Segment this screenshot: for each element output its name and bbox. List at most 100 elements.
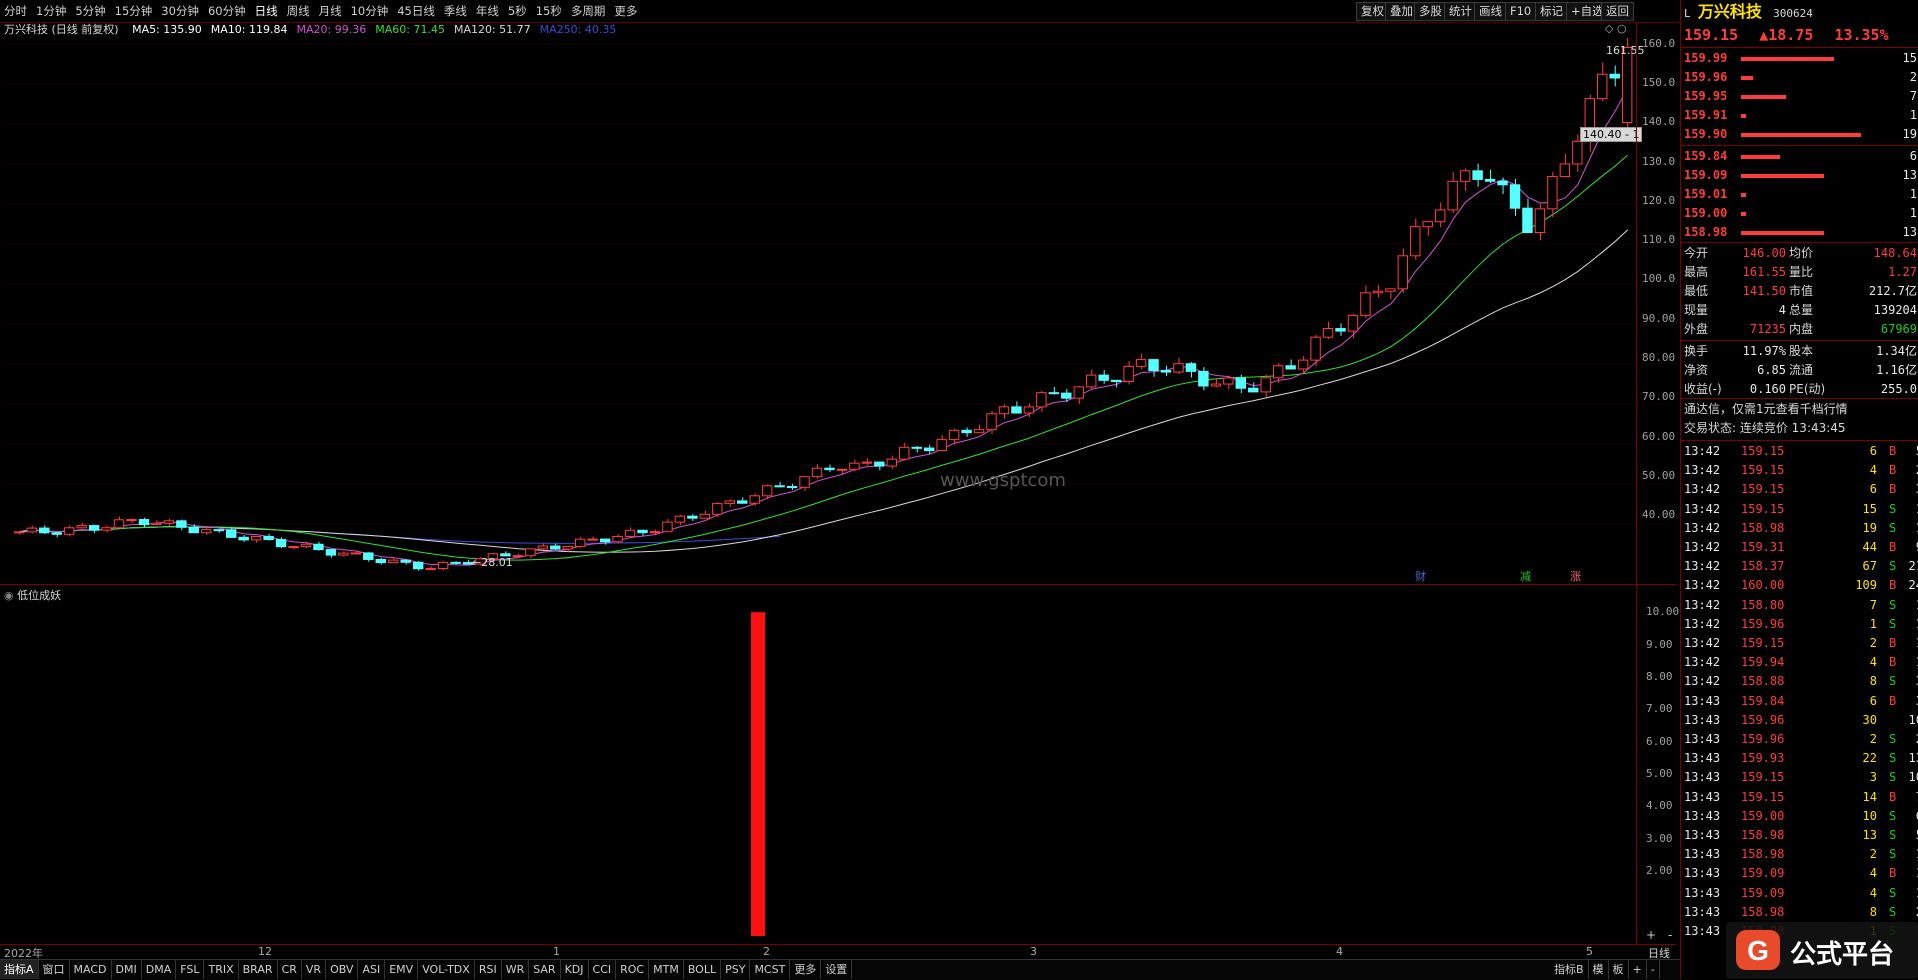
indicator-tab[interactable]: 窗口 [39, 960, 70, 979]
period-4[interactable]: 30分钟 [161, 0, 199, 22]
indicator-tab[interactable]: CR [278, 960, 302, 979]
site-logo: G 公式平台 [1726, 922, 1918, 979]
indicator-chart[interactable] [0, 584, 1676, 944]
indicator-tab[interactable]: DMA [142, 960, 177, 979]
candlestick-chart[interactable] [0, 22, 1676, 594]
book-volume-bar [1741, 133, 1861, 137]
fund-label: 净资 [1684, 363, 1709, 377]
candle [1148, 359, 1159, 372]
zoom-out-button[interactable]: - [1668, 928, 1672, 942]
bottom-right-control[interactable]: 模 [1589, 960, 1609, 979]
period-11[interactable]: 季线 [444, 0, 467, 22]
period-13[interactable]: 5秒 [508, 0, 527, 22]
period-12[interactable]: 年线 [476, 0, 499, 22]
toolbar-button-5[interactable]: F10 [1505, 2, 1537, 21]
toolbar-button-2[interactable]: 多股 [1414, 2, 1447, 21]
high-price-label: 161.55 [1606, 44, 1645, 57]
book-price: 158.98 [1684, 225, 1728, 239]
candle [1173, 363, 1184, 373]
period-5[interactable]: 60分钟 [208, 0, 246, 22]
event-marker-finance[interactable]: 财 [1415, 568, 1426, 584]
period-3[interactable]: 15分钟 [115, 0, 153, 22]
indicator-tab[interactable]: 更多 [790, 960, 822, 979]
candle [986, 413, 997, 431]
indicator-tab[interactable]: 指标A [0, 960, 39, 979]
candle [1135, 359, 1147, 367]
candle [113, 519, 125, 529]
period-6[interactable]: 日线 [255, 0, 278, 22]
period-14[interactable]: 15秒 [536, 0, 562, 22]
fund-label: 收益(-) [1684, 382, 1722, 396]
indicator-tab[interactable]: KDJ [561, 960, 589, 979]
bids-row[interactable]: 158.98 13 [1681, 223, 1918, 242]
indicator-tab[interactable]: PSY [721, 960, 751, 979]
indicator-tab[interactable]: FSL [176, 960, 205, 979]
period-7[interactable]: 周线 [287, 0, 310, 22]
stat-value: 4 [1778, 303, 1786, 317]
event-marker-reduce[interactable]: 减 [1520, 568, 1531, 584]
tick-price: 159.09 [1741, 866, 1785, 881]
indicator-tab[interactable]: DMI [112, 960, 142, 979]
tick-direction: S [1889, 751, 1897, 766]
period-1[interactable]: 1分钟 [36, 0, 66, 22]
bids-row[interactable]: 159.84 6 [1681, 147, 1918, 166]
indicator-tab[interactable]: ASI [358, 960, 386, 979]
period-0[interactable]: 分时 [4, 0, 27, 22]
tick-price: 159.31 [1741, 540, 1785, 554]
tick-time: 13:43 [1684, 770, 1721, 785]
indicator-tab[interactable]: WR [502, 960, 530, 979]
y-tick-label: 130.0 [1642, 154, 1676, 168]
stat-label: 量比 [1789, 265, 1814, 279]
indicator-tab[interactable]: VR [302, 960, 327, 979]
asks-row[interactable]: 159.96 2 [1681, 68, 1918, 87]
period-2[interactable]: 5分钟 [75, 0, 105, 22]
indicator-tab[interactable]: ROC [616, 960, 650, 979]
book-volume: 1 [1909, 108, 1917, 122]
bottom-right-control[interactable]: 指标B [1550, 960, 1589, 979]
asks-row[interactable]: 159.95 7 [1681, 87, 1918, 106]
indicator-tab[interactable]: OBV [326, 960, 359, 979]
indicator-tab[interactable]: EMV [385, 960, 419, 979]
indicator-tab[interactable]: BOLL [684, 960, 722, 979]
period-16[interactable]: 更多 [614, 0, 637, 22]
toolbar-button-3[interactable]: 统计 [1444, 2, 1477, 21]
toolbar-button-4[interactable]: 画线 [1474, 2, 1507, 21]
period-10[interactable]: 45日线 [397, 0, 435, 22]
candle [936, 439, 947, 452]
bids-row[interactable]: 159.00 1 [1681, 204, 1918, 223]
asks-row[interactable]: 159.99 15 [1681, 49, 1918, 68]
indicator-y-tick: 5.00 [1646, 767, 1673, 781]
asks-row[interactable]: 159.90 19 [1681, 125, 1918, 144]
indicator-tab[interactable]: MTM [649, 960, 684, 979]
indicator-tab[interactable]: 设置 [821, 960, 853, 979]
bids-row[interactable]: 159.01 1 [1681, 185, 1918, 204]
period-9[interactable]: 10分钟 [351, 0, 389, 22]
candle [1422, 221, 1433, 228]
bottom-right-control[interactable]: + [1629, 960, 1647, 979]
asks-row[interactable]: 159.91 1 [1681, 106, 1918, 125]
indicator-tab[interactable]: MCST [750, 960, 791, 979]
bottom-right-control[interactable]: - [1647, 960, 1660, 979]
candle [1036, 392, 1047, 408]
tick-price: 158.98 [1741, 847, 1785, 862]
period-15[interactable]: 多周期 [571, 0, 606, 22]
bottom-right-control[interactable]: 板 [1609, 960, 1629, 979]
toolbar-button-8[interactable]: 返回 [1601, 2, 1634, 21]
candle [1185, 363, 1197, 372]
event-marker-limit-up[interactable]: 涨 [1570, 568, 1581, 584]
indicator-tab[interactable]: RSI [475, 960, 502, 979]
candle [662, 521, 673, 533]
indicator-tab[interactable]: SAR [529, 960, 561, 979]
toolbar-button-6[interactable]: 标记 [1535, 2, 1568, 21]
tick-volume: 8 [1869, 674, 1877, 689]
indicator-tab[interactable]: CCI [589, 960, 617, 979]
bids-row[interactable]: 159.09 13 [1681, 166, 1918, 185]
level2-notice[interactable]: 通达信，仅需1元查看千档行情 [1681, 400, 1918, 419]
indicator-tab[interactable]: BRAR [239, 960, 278, 979]
candle [151, 522, 162, 526]
indicator-tab[interactable]: MACD [70, 960, 112, 979]
indicator-tab[interactable]: VOL-TDX [418, 960, 475, 979]
indicator-tab[interactable]: TRIX [204, 960, 239, 979]
period-8[interactable]: 月线 [319, 0, 342, 22]
zoom-in-button[interactable]: + [1646, 928, 1656, 942]
